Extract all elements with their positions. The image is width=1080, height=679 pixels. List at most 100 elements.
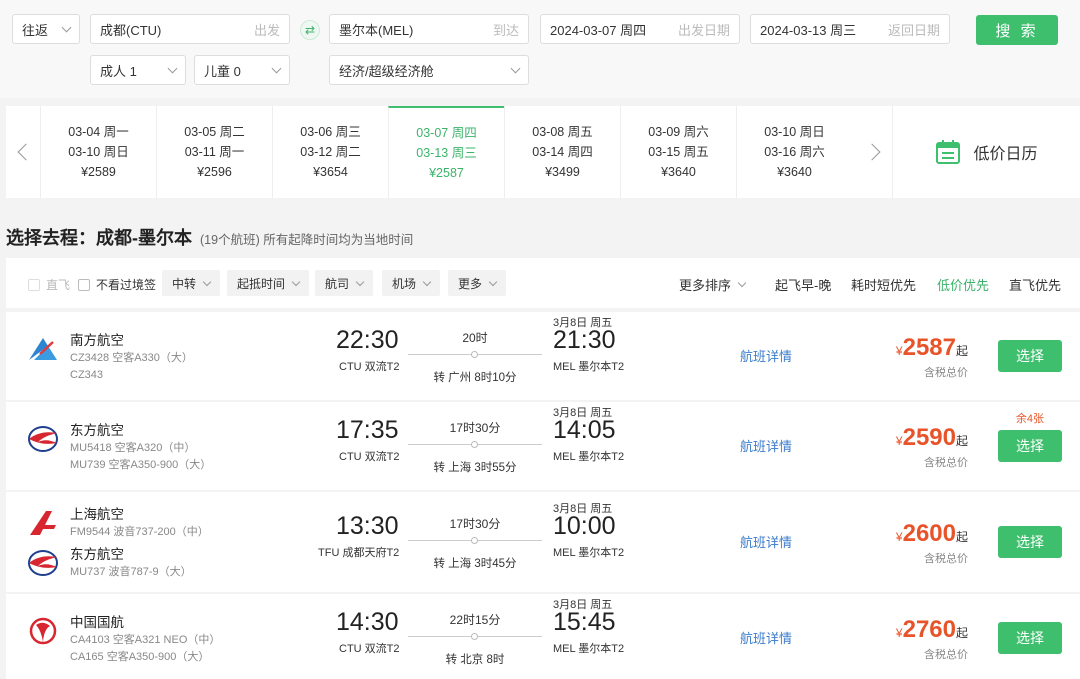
select-flight-button[interactable]: 选择 (998, 526, 1062, 558)
sort-more-dropdown[interactable]: 更多排序 (679, 275, 747, 294)
flight-row[interactable]: 东方航空 MU5418 空客A320（中） MU739 空客A350-900（大） 1… (6, 402, 1080, 490)
date-option[interactable]: 03-05 周二 03-11 周一 ¥2596 (156, 106, 272, 198)
filter-transfer[interactable]: 中转 (162, 270, 221, 296)
search-button[interactable]: 搜 索 (976, 15, 1058, 45)
airline-logo-icon (26, 506, 70, 541)
date-option[interactable]: 03-08 周五 03-14 周四 ¥3499 (504, 106, 620, 198)
tax-note: 含税总价 (924, 553, 968, 565)
departure-airport: TFU 成都天府T2 (318, 547, 400, 559)
date-out: 03-09 周六 (648, 125, 709, 139)
filter-airline[interactable]: 航司 (315, 270, 374, 296)
date-price: ¥2587 (429, 166, 464, 180)
flight-details-link[interactable]: 航班详情 (740, 532, 792, 551)
chevron-down-icon (202, 277, 212, 286)
select-flight-button[interactable]: 选择 (998, 340, 1062, 372)
date-price: ¥2596 (197, 165, 232, 179)
filter-airport[interactable]: 机场 (382, 270, 441, 296)
flight-number: CZ343 (70, 369, 104, 381)
chevron-down-icon (61, 22, 72, 32)
return-date-input[interactable]: 2024-03-13 周三 返回日期 (750, 14, 950, 44)
date-out: 03-08 周五 (532, 125, 593, 139)
flight-row[interactable]: 中国国航 CA4103 空客A321 NEO（中） CA165 空客A350-900… (6, 594, 1080, 679)
date-price: ¥3640 (777, 165, 812, 179)
route-line (408, 537, 542, 544)
route-subtitle: (19个航班) 所有起降时间均为当地时间 (200, 233, 414, 247)
chevron-down-icon (510, 63, 521, 73)
filter-times[interactable]: 起抵时间 (227, 270, 310, 296)
trip-type-select[interactable]: 往返 (12, 14, 80, 44)
date-option[interactable]: 03-04 周一 03-10 周日 ¥2589 (40, 106, 156, 198)
sort-early-late[interactable]: 起飞早-晚 (775, 275, 831, 294)
sort-lowest-price[interactable]: 低价优先 (937, 275, 989, 294)
children-value: 儿童 0 (204, 63, 241, 79)
origin-hint: 出发 (253, 22, 280, 38)
calendar-icon (936, 140, 961, 164)
departure-time: 13:30 (336, 512, 399, 540)
filter-bar: 直飞 不看过境签 中转 起抵时间 航司 机场 更多 更多排序 起飞早-晚 耗时短… (6, 258, 1080, 308)
swap-icon[interactable]: ⇄ (300, 20, 320, 40)
airline-logo-icon (26, 546, 70, 581)
direct-checkbox[interactable]: 直飞 (28, 276, 70, 293)
select-flight-button[interactable]: 选择 (998, 622, 1062, 654)
date-price: ¥2589 (81, 165, 116, 179)
depart-date-input[interactable]: 2024-03-07 周四 出发日期 (540, 14, 740, 44)
no-transit-visa-checkbox[interactable]: 不看过境签 (78, 276, 156, 293)
prev-dates-button[interactable] (6, 106, 40, 198)
select-flight-button[interactable]: 选择 (998, 430, 1062, 462)
destination-value: 墨尔本(MEL) (339, 22, 414, 38)
filter-more[interactable]: 更多 (448, 270, 507, 296)
price-from: 起 (955, 530, 968, 544)
cabin-select[interactable]: 经济/超级经济舱 (329, 55, 529, 85)
chevron-down-icon (291, 277, 301, 286)
flight-details-link[interactable]: 航班详情 (740, 346, 792, 365)
filter-more-label: 更多 (458, 276, 483, 291)
low-price-calendar-button[interactable]: 低价日历 (892, 106, 1080, 198)
return-date-hint: 返回日期 (887, 22, 940, 38)
next-dates-button[interactable] (858, 106, 892, 198)
arrival-time: 15:45 (553, 608, 616, 636)
flight-details-link[interactable]: 航班详情 (740, 436, 792, 455)
transfer-dot (471, 441, 478, 448)
transfer-info: 转 广州 8时10分 (433, 372, 517, 384)
destination-input[interactable]: 墨尔本(MEL) 到达 (329, 14, 529, 44)
tax-note: 含税总价 (924, 367, 968, 379)
date-option[interactable]: 03-07 周四 03-13 周三 ¥2587 (388, 106, 504, 198)
transfer-info: 转 上海 3时45分 (433, 558, 517, 570)
flight-details-link[interactable]: 航班详情 (740, 628, 792, 647)
date-price: ¥3640 (661, 165, 696, 179)
filter-airport-label: 机场 (392, 276, 417, 291)
transfer-dot (471, 537, 478, 544)
depart-date-hint: 出发日期 (677, 22, 730, 38)
return-date-value: 2024-03-13 周三 (760, 22, 857, 38)
adults-select[interactable]: 成人 1 (90, 55, 186, 85)
price: ¥2760起 (896, 616, 968, 644)
cabin-value: 经济/超级经济舱 (339, 63, 434, 79)
date-option[interactable]: 03-06 周三 03-12 周二 ¥3654 (272, 106, 388, 198)
chevron-down-icon (422, 277, 432, 286)
sort-shortest[interactable]: 耗时短优先 (851, 275, 916, 294)
origin-input[interactable]: 成都(CTU) 出发 (90, 14, 290, 44)
airline-logo-icon (26, 332, 70, 367)
date-option[interactable]: 03-09 周六 03-15 周五 ¥3640 (620, 106, 736, 198)
route-line (408, 633, 542, 640)
arrival-airport: MEL 墨尔本T2 (553, 451, 625, 463)
airline-name: 东方航空 (70, 423, 124, 438)
children-select[interactable]: 儿童 0 (194, 55, 290, 85)
transfer-dot (471, 351, 478, 358)
airline-name: 中国国航 (70, 615, 124, 630)
arrival-time: 21:30 (553, 326, 616, 354)
airline-info: 中国国航 CA4103 空客A321 NEO（中） CA165 空客A350-900… (26, 614, 220, 670)
flight-row[interactable]: 上海航空 FM9544 波音737-200（中） 东方航空 MU737 波音787-9… (6, 492, 1080, 592)
sort-direct-first[interactable]: 直飞优先 (1009, 275, 1061, 294)
filter-transfer-label: 中转 (172, 276, 197, 291)
date-option[interactable]: 03-10 周日 03-16 周六 ¥3640 (736, 106, 852, 198)
sort-more-label: 更多排序 (679, 278, 732, 293)
date-out: 03-04 周一 (68, 125, 129, 139)
direct-label: 直飞 (46, 278, 71, 292)
currency-symbol: ¥ (895, 344, 903, 358)
arrival-airport: MEL 墨尔本T2 (553, 361, 625, 373)
date-out: 03-07 周四 (416, 126, 477, 140)
airline-name: 南方航空 (70, 333, 124, 348)
flight-row[interactable]: 南方航空 CZ3428 空客A330（大） CZ343 22:30 CTU 双流T2 20… (6, 312, 1080, 400)
arrival-time: 10:00 (553, 512, 616, 540)
